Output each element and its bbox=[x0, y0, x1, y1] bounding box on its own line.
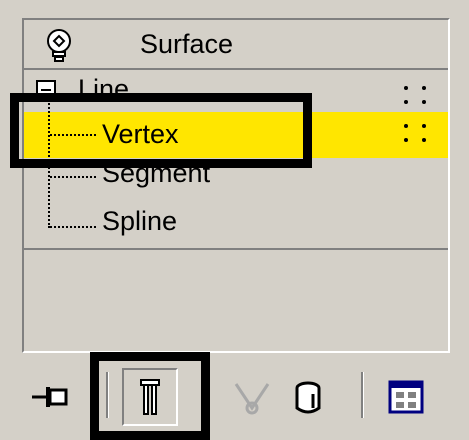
remove-modifier-icon[interactable] bbox=[293, 374, 323, 418]
modifier-stack-panel: Surface Line Vertex Segment Spline bbox=[22, 18, 450, 353]
sub-object-dots-icon bbox=[402, 84, 432, 110]
tree-connector-branch bbox=[50, 176, 96, 178]
tree-item-label: Spline bbox=[102, 206, 178, 236]
tree-item-spline[interactable]: Spline bbox=[24, 198, 448, 250]
lightbulb-icon[interactable] bbox=[44, 28, 74, 64]
tree-connector-branch bbox=[50, 226, 96, 228]
tree-item-label: Surface bbox=[140, 29, 234, 59]
toolbar-separator bbox=[361, 372, 364, 418]
callout-box-vertex bbox=[10, 93, 312, 168]
sub-object-dots-icon bbox=[402, 122, 432, 148]
make-unique-icon[interactable] bbox=[232, 378, 272, 418]
callout-box-show-end-result bbox=[90, 352, 210, 440]
configure-modifier-sets-icon[interactable] bbox=[388, 380, 426, 416]
tree-item-surface[interactable]: Surface bbox=[24, 20, 448, 70]
pin-stack-icon[interactable] bbox=[30, 380, 70, 414]
